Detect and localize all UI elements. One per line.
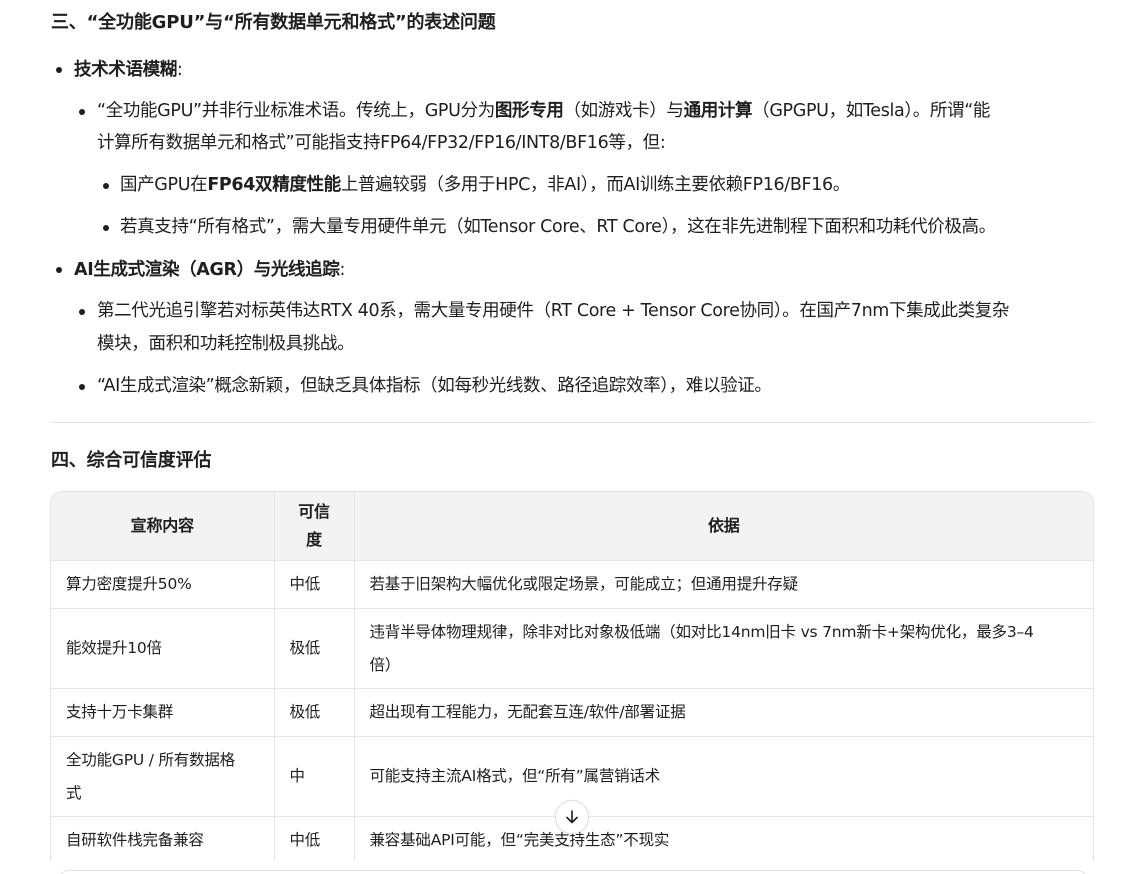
section-divider [51, 422, 1093, 423]
cell-claim: 自研软件栈完备兼容 [51, 816, 275, 865]
section-3-heading: 三、“全功能GPU”与“所有数据单元和格式”的表述问题 [51, 12, 496, 33]
list-bullet [56, 67, 62, 73]
cell-credibility: 极低 [274, 688, 355, 737]
list-bullet [79, 109, 85, 115]
column-header-basis: 依据 [354, 492, 1093, 561]
list-item-text: 第二代光追引擎若对标英伟达RTX 40系，需大量专用硬件（RT Core + T… [97, 301, 1010, 321]
list-item-text-cont: 模块，面积和功耗控制极具挑战。 [97, 334, 355, 354]
cell-basis: 兼容基础API可能，但“完美支持生态”不现实 [354, 816, 1093, 865]
message-composer[interactable] [58, 870, 1088, 874]
list-item-agr: AI生成式渲染（AGR）与光线追踪: [74, 260, 346, 280]
table-row: 算力密度提升50% 中低 若基于旧架构大幅优化或限定场景，可能成立；但通用提升存… [51, 560, 1093, 609]
cell-basis: 超出现有工程能力，无配套互连/软件/部署证据 [354, 688, 1093, 737]
cell-claim: 全功能GPU / 所有数据格式 [51, 736, 275, 817]
list-item-terminology: 技术术语模糊: [74, 60, 183, 80]
cell-credibility: 中低 [274, 560, 355, 609]
sub-list-item-text: 若真支持“所有格式”，需大量专用硬件单元（如Tensor Core、RT Cor… [120, 217, 996, 237]
list-item-text-cont: 计算所有数据单元和格式”可能指支持FP64/FP32/FP16/INT8/BF1… [97, 133, 666, 153]
cell-claim: 能效提升10倍 [51, 608, 275, 689]
cell-credibility: 中低 [274, 816, 355, 865]
cell-basis: 违背半导体物理规律，除非对比对象极低端（如对比14nm旧卡 vs 7nm新卡+架… [354, 608, 1093, 689]
list-bullet [103, 183, 109, 189]
cell-basis: 可能支持主流AI格式，但“所有”属营销话术 [354, 736, 1093, 817]
list-bullet [56, 267, 62, 273]
cell-claim: 算力密度提升50% [51, 560, 275, 609]
list-item-text: “全功能GPU”并非行业标准术语。传统上，GPU分为图形专用（如游戏卡）与通用计… [97, 101, 991, 121]
cell-credibility: 极低 [274, 608, 355, 689]
table-row: 能效提升10倍 极低 违背半导体物理规律，除非对比对象极低端（如对比14nm旧卡… [51, 608, 1093, 689]
section-4-heading: 四、综合可信度评估 [51, 450, 212, 471]
column-header-claim: 宣称内容 [51, 492, 275, 561]
list-item-text: “AI生成式渲染”概念新颖，但缺乏具体指标（如每秒光线数、路径追踪效率），难以验… [97, 376, 772, 396]
table-row: 支持十万卡集群 极低 超出现有工程能力，无配套互连/软件/部署证据 [51, 688, 1093, 737]
chat-response-page: 三、“全功能GPU”与“所有数据单元和格式”的表述问题 技术术语模糊: “全功能… [0, 0, 1140, 874]
cell-credibility: 中 [274, 736, 355, 817]
column-header-credibility: 可信度 [274, 492, 355, 561]
list-bullet [79, 309, 85, 315]
list-bullet [103, 225, 109, 231]
cell-basis: 若基于旧架构大幅优化或限定场景，可能成立；但通用提升存疑 [354, 560, 1093, 609]
table-header-row: 宣称内容 可信度 依据 [51, 492, 1093, 561]
arrow-down-icon [566, 810, 578, 824]
list-item-title: AI生成式渲染（AGR）与光线追踪 [74, 260, 340, 280]
list-item-title: 技术术语模糊 [74, 60, 177, 80]
cell-claim: 支持十万卡集群 [51, 688, 275, 737]
list-bullet [79, 384, 85, 390]
scroll-to-bottom-button[interactable] [555, 800, 589, 834]
sub-list-item-text: 国产GPU在FP64双精度性能上普遍较弱（多用于HPC，非AI），而AI训练主要… [120, 175, 850, 195]
